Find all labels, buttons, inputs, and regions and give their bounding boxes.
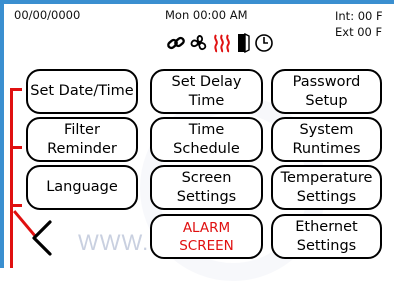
system-runtimes-button[interactable]: System Runtimes [271,117,382,162]
status-icons [166,32,274,54]
highlight-bracket-tick [10,204,22,207]
back-arrow-icon[interactable] [28,218,56,258]
heat-icon [214,34,230,53]
filter-reminder-button[interactable]: Filter Reminder [26,117,138,162]
highlight-bracket [10,88,13,268]
interior-temp: Int: 00 F [335,9,383,23]
password-setup-button[interactable]: Password Setup [271,69,382,114]
ethernet-settings-button[interactable]: Ethernet Settings [271,214,382,259]
set-date-time-button[interactable]: Set Date/Time [26,69,138,114]
screen-settings-button[interactable]: Screen Settings [150,165,263,210]
highlight-bracket-tick [10,146,22,149]
language-button[interactable]: Language [26,165,138,210]
time-schedule-button[interactable]: Time Schedule [150,117,263,162]
date-display: 00/00/0000 [14,8,81,22]
set-delay-time-button[interactable]: Set Delay Time [150,69,263,114]
door-icon [238,33,250,53]
clock-icon [255,34,273,52]
link-icon [167,36,185,50]
highlight-bracket-tick [10,88,22,91]
exterior-temp: Ext 00 F [335,25,383,39]
temperature-display: Int: 00 F Ext 00 F [335,8,383,40]
temperature-settings-button[interactable]: Temperature Settings [271,165,382,210]
fan-icon [190,35,207,51]
day-time-display: Mon 00:00 AM [165,8,248,22]
alarm-screen-button[interactable]: ALARM SCREEN [150,214,263,259]
